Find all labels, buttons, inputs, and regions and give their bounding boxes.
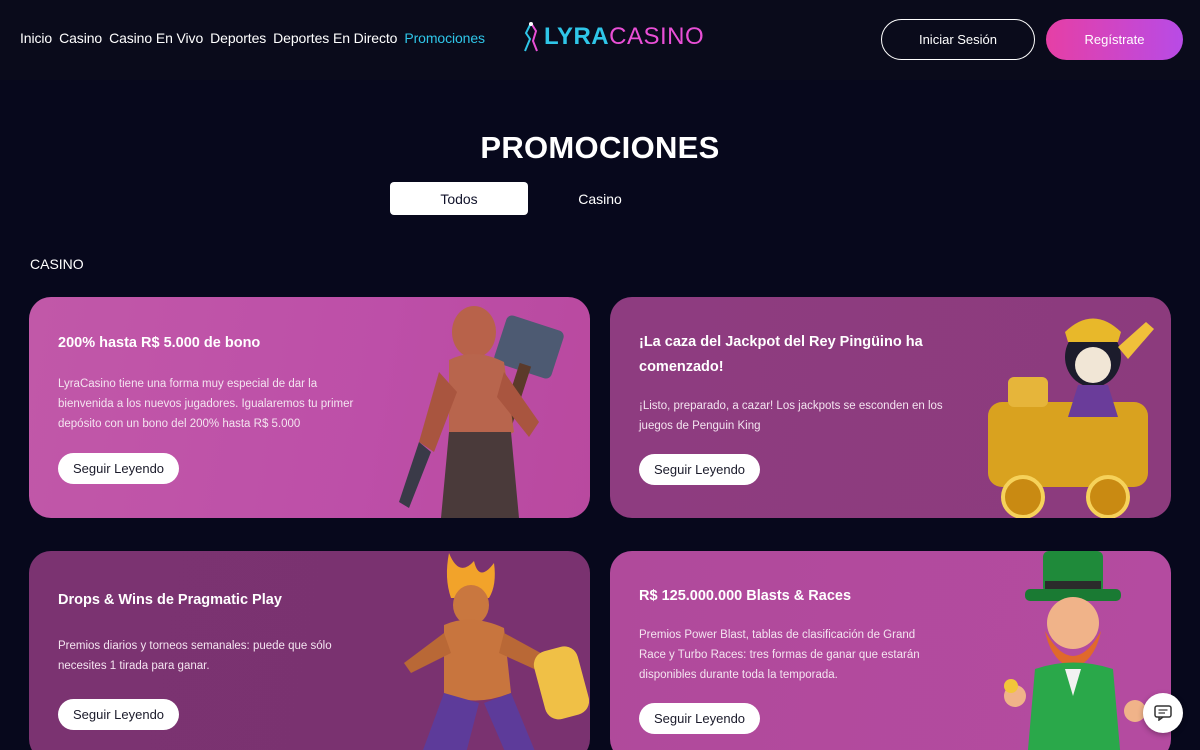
promo-description: ¡Listo, preparado, a cazar! Los jackpots… <box>639 400 943 432</box>
promo-card-drops-wins: Drops & Wins de Pragmatic Play Premios d… <box>29 551 590 750</box>
read-more-button[interactable]: Seguir Leyendo <box>58 699 179 730</box>
promo-card-blasts-races: R$ 125.000.000 Blasts & Races Premios Po… <box>610 551 1171 750</box>
zeus-fire-illustration <box>404 553 589 750</box>
lyra-casino-logo[interactable]: LYRA CASINO <box>522 20 704 54</box>
nav-casino-en-vivo[interactable]: Casino En Vivo <box>109 30 203 46</box>
promo-description: LyraCasino tiene una forma muy especial … <box>58 378 354 430</box>
read-more-button[interactable]: Seguir Leyendo <box>639 703 760 734</box>
tab-casino[interactable]: Casino <box>531 182 669 215</box>
chat-icon <box>1154 705 1172 721</box>
top-header: Inicio Casino Casino En Vivo Deportes De… <box>0 0 1200 80</box>
promo-description: Premios Power Blast, tablas de clasifica… <box>639 629 920 681</box>
read-more-button[interactable]: Seguir Leyendo <box>639 454 760 485</box>
nav-deportes[interactable]: Deportes <box>210 30 266 46</box>
promo-description: Premios diarios y torneos semanales: pue… <box>58 640 332 672</box>
login-button[interactable]: Iniciar Sesión <box>881 19 1035 60</box>
promo-title: R$ 125.000.000 Blasts & Races <box>639 588 852 604</box>
nav-deportes-en-directo[interactable]: Deportes En Directo <box>273 30 397 46</box>
lyre-icon <box>524 22 538 52</box>
main-nav: Inicio Casino Casino En Vivo Deportes De… <box>20 30 485 46</box>
logo-text-lyra: LYRA <box>544 23 610 50</box>
page-title: PROMOCIONES <box>480 130 720 165</box>
read-more-button[interactable]: Seguir Leyendo <box>58 453 179 484</box>
chat-button[interactable] <box>1143 693 1183 733</box>
promo-card-penguin-jackpot: ¡La caza del Jackpot del Rey Pingüino ha… <box>610 297 1171 518</box>
warrior-hammer-illustration <box>399 306 564 518</box>
nav-promociones[interactable]: Promociones <box>404 30 485 46</box>
promo-title: Drops & Wins de Pragmatic Play <box>58 592 282 608</box>
promo-title: ¡La caza del Jackpot del Rey Pingüino ha… <box>639 334 923 375</box>
nav-inicio[interactable]: Inicio <box>20 30 52 46</box>
tab-todos[interactable]: Todos <box>390 182 528 215</box>
promo-card-welcome-bonus: 200% hasta R$ 5.000 de bono LyraCasino t… <box>29 297 590 518</box>
section-heading-casino: CASINO <box>30 256 84 272</box>
penguin-king-train-illustration <box>988 318 1154 518</box>
nav-casino[interactable]: Casino <box>59 30 102 46</box>
register-button[interactable]: Regístrate <box>1046 19 1183 60</box>
promo-title: 200% hasta R$ 5.000 de bono <box>58 335 261 351</box>
logo-text-casino: CASINO <box>609 23 705 50</box>
